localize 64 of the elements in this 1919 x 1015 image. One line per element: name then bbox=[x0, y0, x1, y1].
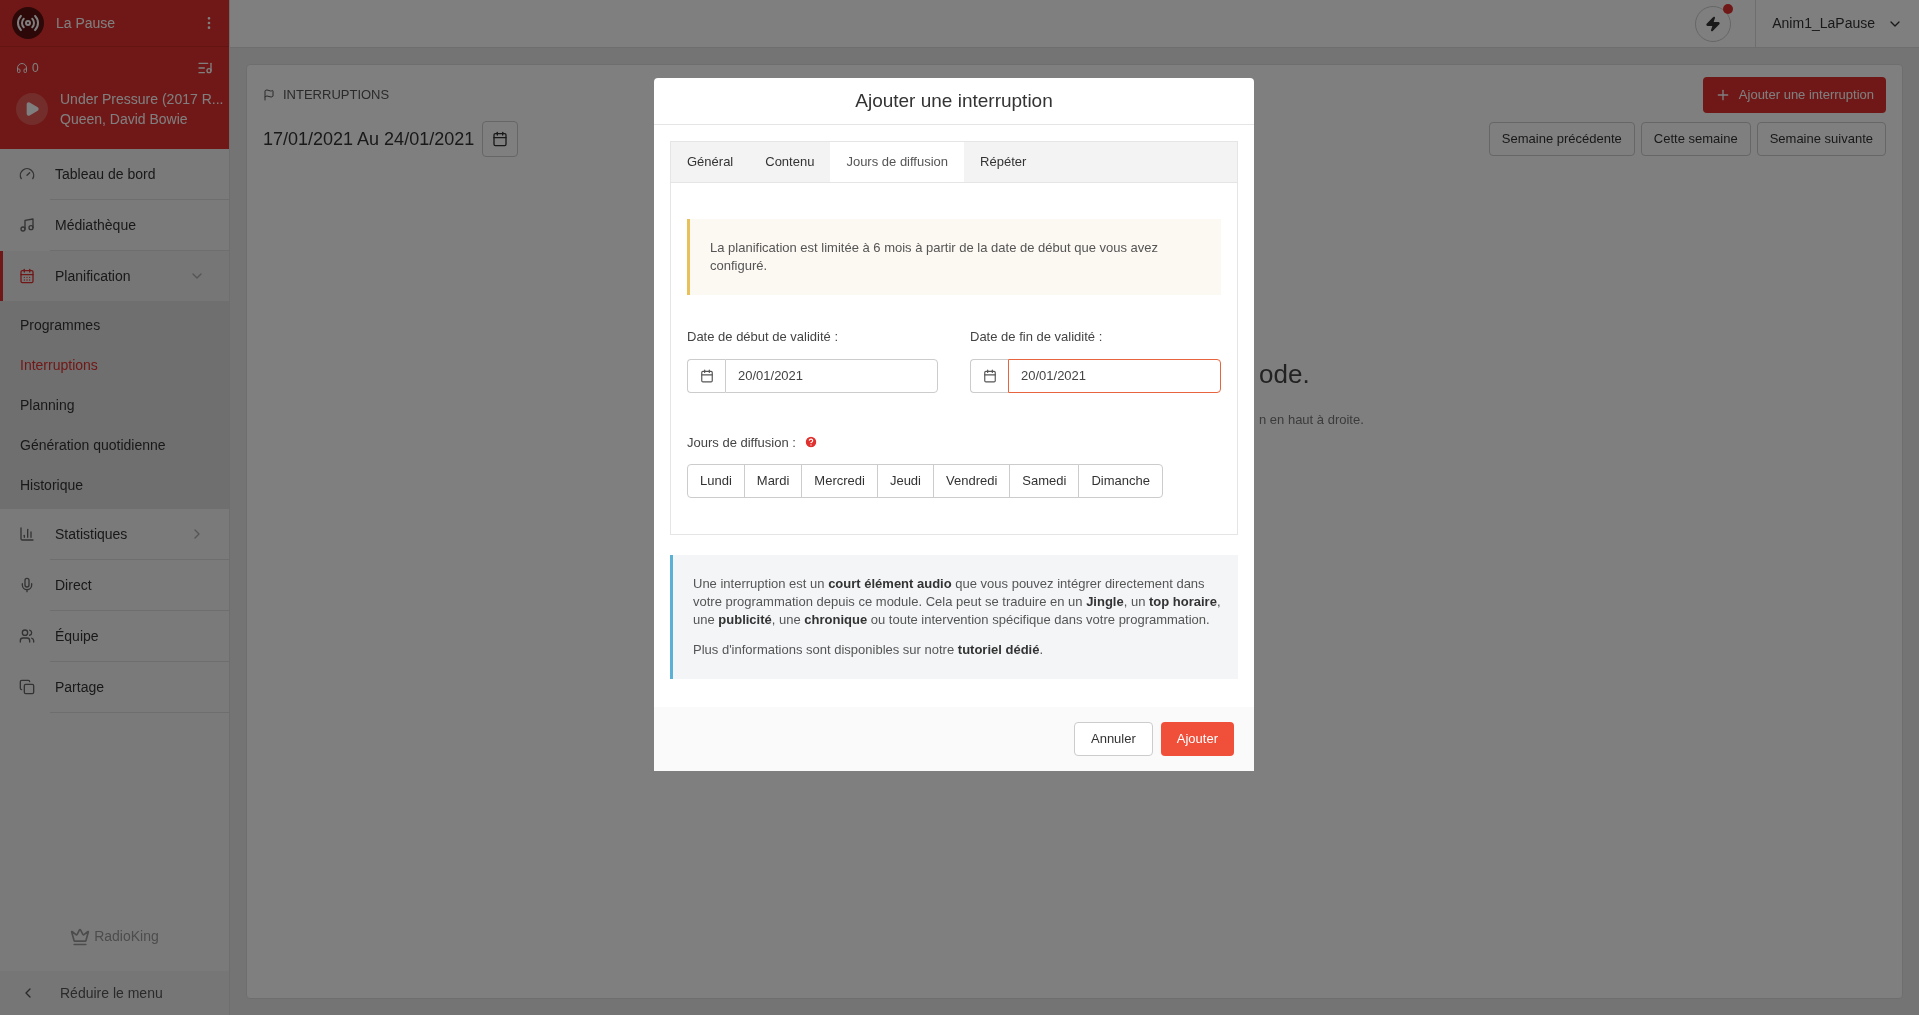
user-name[interactable]: Anim1_LaPause bbox=[1772, 13, 1875, 34]
date-field[interactable]: 20/01/2021 bbox=[1008, 358, 1221, 393]
cancel-button[interactable]: Annuler bbox=[1074, 722, 1153, 756]
nav-item[interactable]: Direct bbox=[0, 560, 229, 610]
playlist-history-icon[interactable] bbox=[197, 60, 213, 76]
days-label: Jours de diffusion : bbox=[687, 433, 796, 452]
nav-subitem[interactable]: Interruptions bbox=[0, 345, 229, 385]
help-icon[interactable] bbox=[803, 435, 818, 450]
week-button[interactable]: Semaine précédente bbox=[1488, 122, 1635, 156]
station-logo-icon bbox=[12, 7, 44, 39]
tab[interactable]: Jours de diffusion bbox=[830, 142, 965, 182]
nav-item[interactable]: Planification bbox=[0, 251, 229, 301]
day-toggle[interactable]: Jeudi bbox=[876, 464, 934, 498]
day-toggle[interactable]: Vendredi bbox=[933, 464, 1011, 498]
date-field[interactable]: 20/01/2021 bbox=[725, 358, 938, 393]
play-icon bbox=[24, 101, 40, 117]
station-name: La Pause bbox=[56, 13, 117, 33]
flag-icon bbox=[263, 89, 275, 101]
nav-item[interactable]: Médiathèque bbox=[0, 200, 229, 250]
calendar-icon bbox=[19, 268, 35, 284]
warning-alert: La planification est limitée à 6 mois à partir de la date de début que vous avez configuré. bbox=[687, 219, 1221, 295]
empty-state-title: ode. bbox=[1259, 358, 1311, 391]
info-text: Plus d'informations sont disponibles sur notre tutoriel dédié. bbox=[693, 641, 1045, 659]
info-text: Une interruption est un court élément audio que vous pouvez intégrer directement dans votre programmation depuis ce module. Cela peut se traduire en un Jingle, un top horaire, une publicité, une chronique ou toute intervention spécifique dans votre programmation. bbox=[693, 575, 1222, 629]
tab[interactable]: Contenu bbox=[749, 142, 831, 182]
nav-subitem[interactable]: Planning bbox=[0, 385, 229, 425]
lightning-icon bbox=[1705, 15, 1722, 32]
breadcrumb: INTERRUPTIONS bbox=[283, 86, 390, 105]
day-toggle[interactable]: Lundi bbox=[687, 464, 745, 498]
modal-title: Ajouter une interruption bbox=[855, 88, 1053, 113]
day-toggle[interactable]: Samedi bbox=[1009, 464, 1080, 498]
day-toggle[interactable]: Mercredi bbox=[801, 464, 878, 498]
calendar-icon[interactable] bbox=[687, 358, 725, 393]
add-interruption-button[interactable]: Ajouter une interruption bbox=[1702, 77, 1886, 113]
day-toggle[interactable]: Dimanche bbox=[1078, 464, 1163, 498]
week-button[interactable]: Cette semaine bbox=[1640, 122, 1751, 156]
track-artist: Queen, David Bowie bbox=[60, 110, 189, 129]
nav-item[interactable]: Équipe bbox=[0, 611, 229, 661]
date-range: 17/01/2021 Au 24/01/2021 bbox=[263, 127, 475, 151]
nav-item[interactable]: Tableau de bord bbox=[0, 149, 229, 199]
users-icon bbox=[19, 628, 35, 644]
music-note-icon bbox=[19, 217, 35, 233]
track-title: Under Pressure (2017 R... bbox=[60, 90, 224, 109]
nav-subitem[interactable]: Historique bbox=[0, 465, 229, 505]
nav-item[interactable]: Statistiques bbox=[0, 509, 229, 559]
bar-chart-icon bbox=[19, 526, 35, 542]
calendar-button[interactable] bbox=[482, 121, 519, 157]
calendar-icon[interactable] bbox=[970, 358, 1008, 393]
field-label: Date de fin de validité : bbox=[970, 328, 1104, 346]
day-toggle[interactable]: Mardi bbox=[743, 464, 803, 498]
empty-state-text: n en haut à droite. bbox=[1259, 411, 1364, 429]
week-button[interactable]: Semaine suivante bbox=[1756, 122, 1886, 156]
nav-subitem[interactable]: Génération quotidienne bbox=[0, 425, 229, 465]
tab[interactable]: Général bbox=[671, 142, 750, 182]
microphone-icon bbox=[19, 577, 35, 593]
gauge-icon bbox=[19, 166, 35, 182]
field-label: Date de début de validité : bbox=[687, 328, 840, 346]
copy-icon bbox=[19, 679, 35, 695]
tab[interactable]: Répéter bbox=[964, 142, 1043, 182]
add-button[interactable]: Ajouter bbox=[1160, 722, 1234, 756]
listener-count: 0 bbox=[16, 59, 39, 77]
nav-item[interactable]: Partage bbox=[0, 662, 229, 712]
nav-subitem[interactable]: Programmes bbox=[0, 305, 229, 345]
calendar-icon bbox=[492, 131, 509, 147]
